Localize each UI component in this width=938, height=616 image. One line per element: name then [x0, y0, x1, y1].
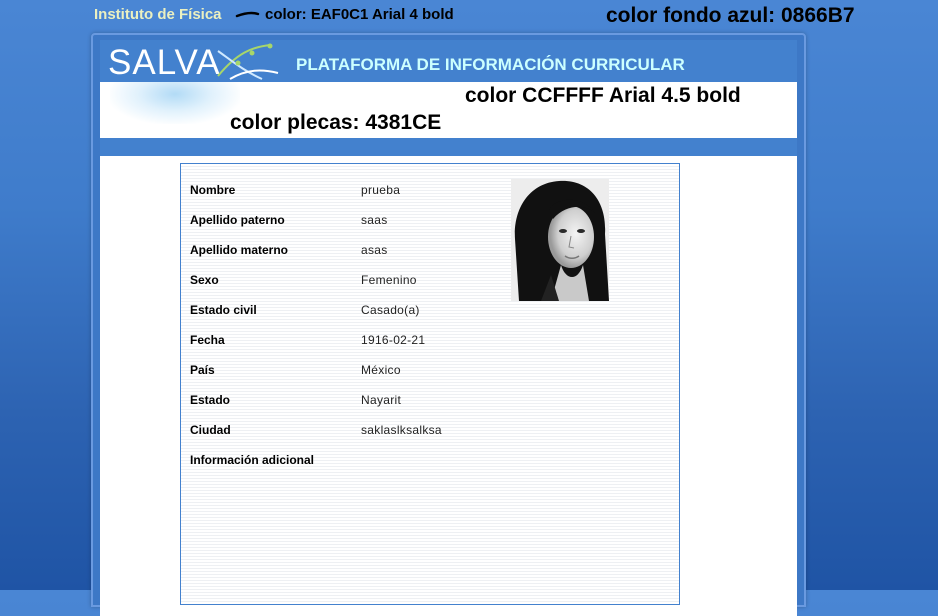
field-value: saklaslksalksa	[361, 423, 442, 437]
field-value: prueba	[361, 183, 401, 197]
field-ciudad: Ciudad saklaslksalksa	[190, 420, 500, 440]
field-informacion-adicional: Información adicional	[190, 450, 500, 470]
field-apellido-materno: Apellido materno asas	[190, 240, 500, 260]
header-color-note: color CCFFFF Arial 4.5 bold	[465, 84, 741, 107]
banner-glow	[110, 82, 240, 124]
field-estado-civil: Estado civil Casado(a)	[190, 300, 500, 320]
field-label: Información adicional	[190, 453, 315, 467]
portrait-image	[511, 179, 609, 301]
field-label: País	[190, 363, 215, 377]
field-value: saas	[361, 213, 388, 227]
field-value: asas	[361, 243, 388, 257]
institute-title: Instituto de Física	[94, 6, 222, 23]
profile-card: Nombre prueba Apellido paterno saas Apel…	[180, 163, 680, 605]
field-label: Ciudad	[190, 423, 231, 437]
field-nombre: Nombre prueba	[190, 180, 500, 200]
field-label: Nombre	[190, 183, 236, 197]
field-value: México	[361, 363, 401, 377]
field-fecha: Fecha 1916-02-21	[190, 330, 500, 350]
field-pais: País México	[190, 360, 500, 380]
pleca-color-note: color plecas: 4381CE	[230, 111, 442, 134]
field-label: Apellido materno	[190, 243, 289, 257]
field-label: Sexo	[190, 273, 219, 287]
platform-title: PLATAFORMA DE INFORMACIÓN CURRICULAR	[296, 55, 685, 74]
field-value: Nayarit	[361, 393, 402, 407]
title-color-note: color: EAF0C1 Arial 4 bold	[265, 6, 454, 23]
field-label: Estado civil	[190, 303, 257, 317]
field-estado: Estado Nayarit	[190, 390, 500, 410]
field-value: Casado(a)	[361, 303, 420, 317]
pleca-bar	[100, 138, 797, 156]
content-area: Nombre prueba Apellido paterno saas Apel…	[100, 156, 797, 616]
main-window: SALVA PLATAFORMA DE INFORMACIÓN CURRICUL…	[91, 33, 806, 616]
field-value: 1916-02-21	[361, 333, 426, 347]
header-band: SALVA PLATAFORMA DE INFORMACIÓN CURRICUL…	[100, 40, 797, 82]
salva-logo: SALVA	[108, 43, 221, 82]
field-sexo: Sexo Femenino	[190, 270, 500, 290]
field-apellido-paterno: Apellido paterno saas	[190, 210, 500, 230]
salva-logo-mark-icon	[217, 43, 279, 80]
background-color-note: color fondo azul: 0866B7	[606, 4, 855, 27]
field-value: Femenino	[361, 273, 417, 287]
field-label: Estado	[190, 393, 231, 407]
field-label: Fecha	[190, 333, 225, 347]
field-label: Apellido paterno	[190, 213, 285, 227]
profile-photo	[511, 179, 609, 301]
